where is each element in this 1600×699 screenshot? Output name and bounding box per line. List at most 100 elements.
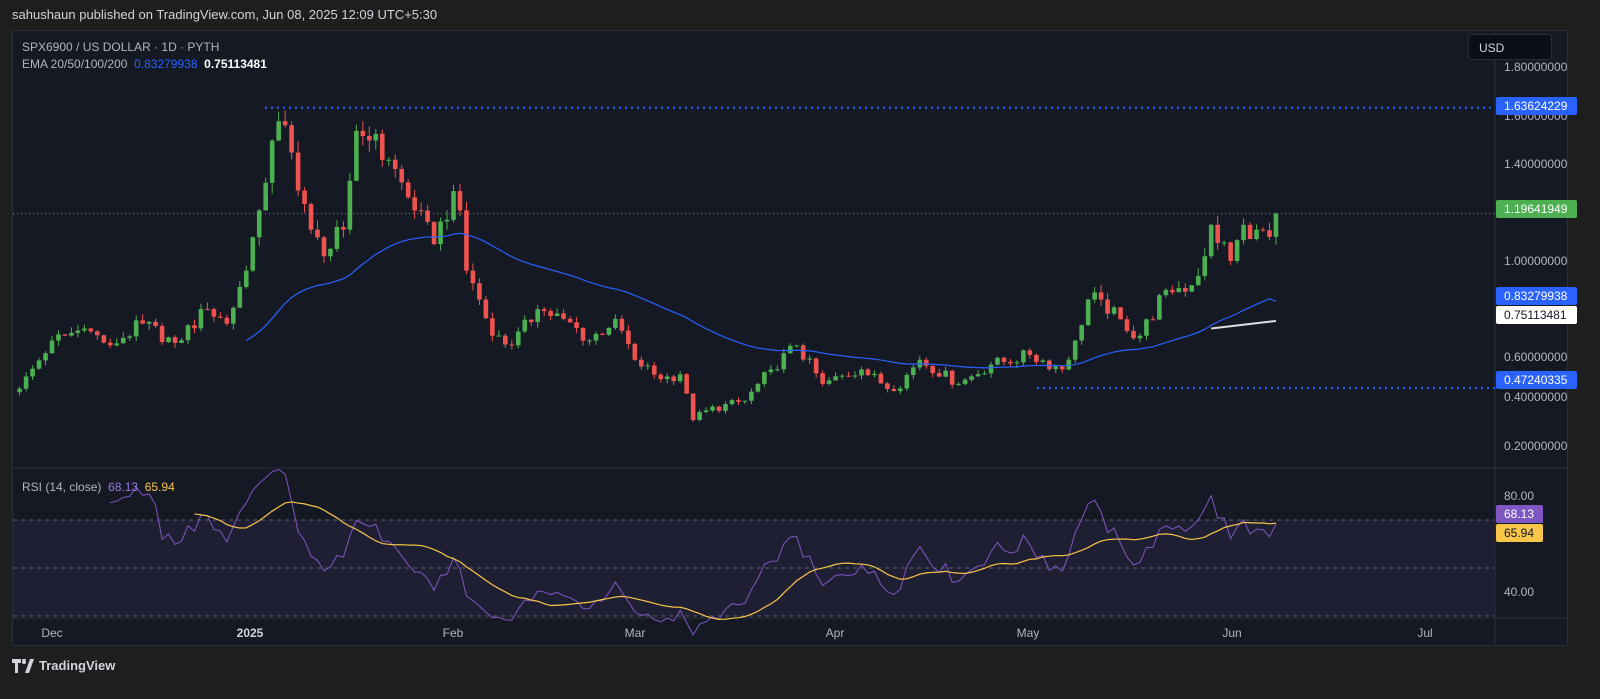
candle — [179, 340, 184, 343]
candle — [1195, 275, 1201, 286]
candle — [930, 365, 936, 374]
candle — [619, 318, 625, 331]
price-tick: 1.80000000 — [1504, 60, 1568, 74]
candle — [321, 237, 327, 257]
candle — [62, 334, 68, 336]
candle — [846, 375, 851, 377]
candle — [936, 373, 942, 377]
ema-legend[interactable]: EMA 20/50/100/200 0.83279938 0.75113481 — [22, 57, 267, 71]
currency-button[interactable]: USD — [1468, 34, 1552, 60]
candle — [289, 125, 294, 153]
candle — [613, 318, 618, 328]
candle — [185, 325, 191, 341]
candle — [1254, 229, 1259, 239]
ema-label: EMA 20/50/100/200 — [22, 57, 128, 71]
candle — [1202, 256, 1208, 276]
candle — [690, 393, 696, 421]
candle — [243, 270, 249, 287]
rsi-label: RSI (14, close) — [22, 480, 102, 494]
candle — [1034, 354, 1039, 362]
candle — [716, 406, 722, 411]
candle — [807, 358, 812, 360]
candle — [483, 299, 489, 319]
candle — [107, 342, 113, 346]
candle — [360, 130, 366, 136]
candle — [1163, 289, 1169, 296]
candle — [548, 311, 553, 317]
candle — [49, 340, 55, 354]
candle — [982, 373, 987, 375]
candle — [198, 309, 204, 329]
candle — [541, 309, 547, 312]
candle — [554, 313, 560, 317]
candle — [425, 210, 430, 222]
candle — [1118, 307, 1123, 320]
ema50-value: 0.83279938 — [134, 57, 198, 71]
candle — [1059, 366, 1065, 370]
candle — [418, 210, 424, 212]
candle — [677, 374, 683, 382]
candle — [626, 330, 631, 344]
candle — [1098, 292, 1104, 300]
candle — [23, 376, 29, 389]
rsi-ma-value: 65.94 — [144, 480, 175, 494]
tradingview-logo[interactable]: TradingView — [12, 658, 115, 673]
candle — [975, 374, 981, 377]
candle — [852, 375, 858, 377]
brand-name: TradingView — [39, 658, 116, 673]
candle — [988, 364, 994, 374]
last-price-tag: 1.19641949 — [1496, 200, 1577, 218]
candle — [503, 335, 508, 345]
candle — [1066, 359, 1072, 370]
candle — [580, 327, 586, 341]
rsi-value: 68.13 — [108, 480, 139, 494]
candle — [729, 400, 735, 405]
price-tick: 0.40000000 — [1504, 390, 1568, 404]
candle — [69, 332, 74, 336]
candle — [1079, 325, 1084, 341]
candle — [470, 270, 476, 284]
candle — [133, 320, 139, 337]
ema200-value: 0.75113481 — [204, 57, 267, 71]
candle — [787, 345, 793, 354]
candle — [444, 219, 450, 222]
candle — [632, 343, 638, 360]
symbol-legend[interactable]: SPX6900 / US DOLLAR · 1D · PYTH — [22, 40, 219, 54]
candle — [172, 337, 178, 343]
candle — [231, 307, 236, 324]
candle — [1144, 319, 1149, 336]
chart-canvas[interactable] — [0, 0, 1600, 699]
rsi-tick: 40.00 — [1504, 585, 1535, 599]
candle — [451, 191, 456, 220]
candle — [1085, 299, 1091, 326]
candle — [464, 210, 469, 271]
rsi-ma-value-tag: 65.94 — [1496, 524, 1543, 542]
candle — [386, 159, 392, 161]
candle — [17, 388, 22, 393]
candle — [593, 333, 599, 341]
support-price-tag: 0.47240335 — [1496, 371, 1577, 389]
candle — [347, 180, 353, 230]
candle — [891, 389, 897, 392]
candle — [820, 373, 825, 384]
candle — [354, 130, 359, 181]
candle — [276, 121, 281, 141]
time-tick: Jul — [1417, 626, 1433, 640]
candle — [205, 309, 210, 311]
candle — [1241, 224, 1246, 241]
candle — [535, 309, 540, 323]
candle — [833, 376, 838, 381]
ema200-line — [1211, 319, 1277, 330]
candle — [606, 327, 612, 335]
rsi-legend[interactable]: RSI (14, close) 68.13 65.94 — [22, 480, 175, 494]
candle — [490, 318, 495, 336]
candle — [1260, 229, 1266, 231]
candle — [1047, 360, 1052, 370]
candle — [794, 345, 800, 347]
candle — [509, 344, 515, 346]
candle — [30, 368, 35, 377]
candle — [943, 370, 948, 377]
rsi-tick: 80.00 — [1504, 489, 1535, 503]
candle — [1215, 224, 1220, 243]
ema50-line — [245, 232, 1277, 369]
